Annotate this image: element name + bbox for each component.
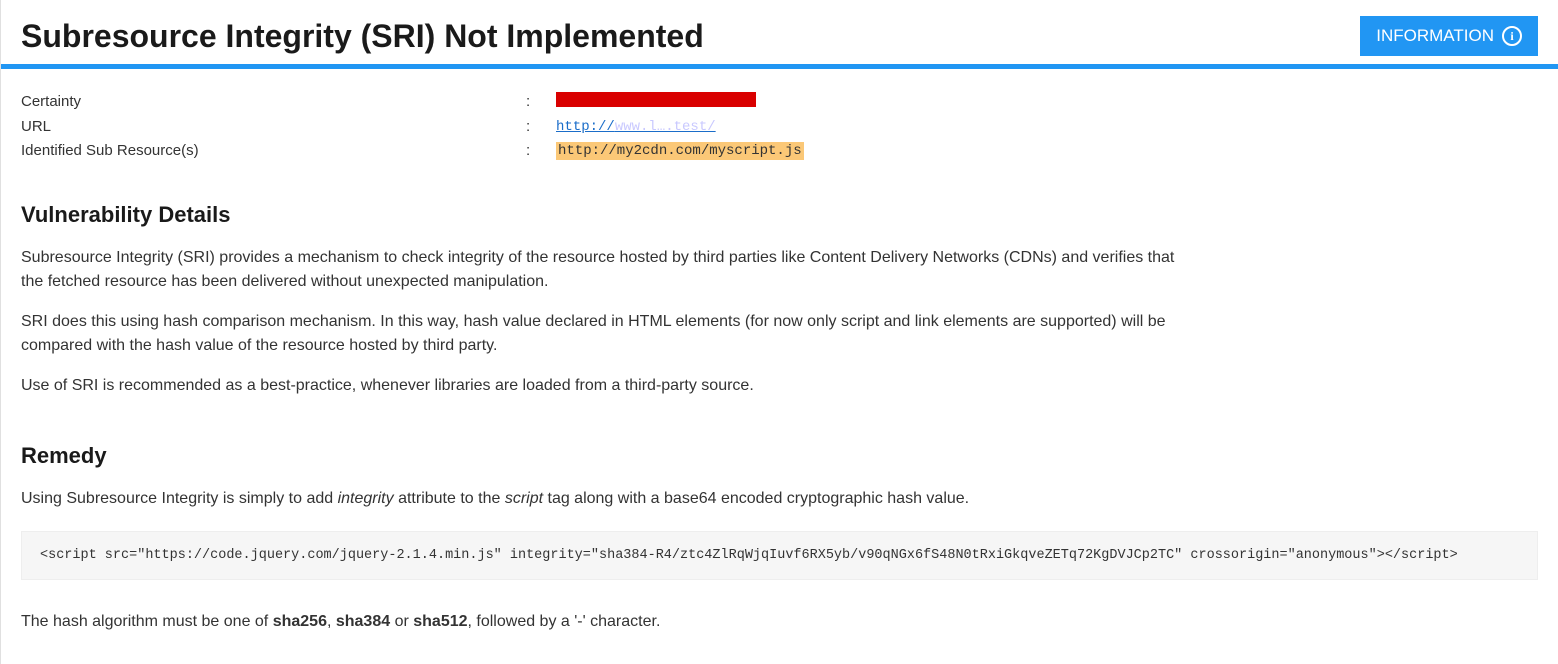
remedy-section: Remedy Using Subresource Integrity is si…	[21, 443, 1538, 634]
severity-badge: INFORMATION i	[1360, 16, 1538, 56]
meta-value-certainty	[556, 92, 1538, 111]
header-bar: Subresource Integrity (SRI) Not Implemen…	[1, 0, 1558, 64]
severity-badge-label: INFORMATION	[1376, 26, 1494, 46]
report-container: Subresource Integrity (SRI) Not Implemen…	[0, 0, 1558, 664]
remedy-integrity-word: integrity	[338, 490, 394, 507]
vulnerability-heading: Vulnerability Details	[21, 202, 1538, 228]
remedy-script-word: script	[505, 490, 543, 507]
info-icon: i	[1502, 26, 1522, 46]
hash-sha384: sha384	[336, 613, 390, 630]
hash-post: , followed by a '-' character.	[468, 613, 661, 630]
meta-value-url: http://www.l….test/	[556, 117, 1538, 135]
meta-label-url: URL	[21, 118, 526, 135]
url-prefix: http://	[556, 119, 615, 135]
meta-value-subresource: http://my2cdn.com/myscript.js	[556, 141, 1538, 159]
vulnerability-paragraph-3: Use of SRI is recommended as a best-prac…	[21, 374, 1181, 398]
remedy-text-post: tag along with a base64 encoded cryptogr…	[543, 490, 969, 507]
meta-row-certainty: Certainty :	[21, 89, 1538, 114]
remedy-text-pre: Using Subresource Integrity is simply to…	[21, 490, 338, 507]
remedy-text: Using Subresource Integrity is simply to…	[21, 487, 1538, 511]
url-rest: www.l….test/	[615, 119, 716, 135]
code-example: <script src="https://code.jquery.com/jqu…	[21, 531, 1538, 580]
meta-table: Certainty : URL : http://www.l….test/ Id…	[21, 89, 1538, 162]
meta-row-url: URL : http://www.l….test/	[21, 114, 1538, 138]
meta-label-certainty: Certainty	[21, 93, 526, 110]
hash-sep1: ,	[327, 613, 336, 630]
page-title: Subresource Integrity (SRI) Not Implemen…	[21, 18, 704, 55]
subresource-url: http://my2cdn.com/myscript.js	[556, 142, 804, 160]
content-area: Certainty : URL : http://www.l….test/ Id…	[1, 69, 1558, 664]
meta-colon: :	[526, 118, 556, 135]
remedy-heading: Remedy	[21, 443, 1538, 469]
meta-colon: :	[526, 93, 556, 110]
vulnerability-paragraph-1: Subresource Integrity (SRI) provides a m…	[21, 246, 1181, 294]
remedy-text-mid: attribute to the	[394, 490, 505, 507]
hash-sep2: or	[390, 613, 413, 630]
hash-sha256: sha256	[273, 613, 327, 630]
vulnerability-paragraph-2: SRI does this using hash comparison mech…	[21, 310, 1181, 358]
meta-label-subresource: Identified Sub Resource(s)	[21, 142, 526, 159]
url-link[interactable]: http://www.l….test/	[556, 119, 716, 135]
meta-colon: :	[526, 142, 556, 159]
hash-algorithm-text: The hash algorithm must be one of sha256…	[21, 610, 1538, 634]
hash-sha512: sha512	[413, 613, 467, 630]
meta-row-subresource: Identified Sub Resource(s) : http://my2c…	[21, 138, 1538, 162]
certainty-bar	[556, 92, 756, 107]
hash-pre: The hash algorithm must be one of	[21, 613, 273, 630]
